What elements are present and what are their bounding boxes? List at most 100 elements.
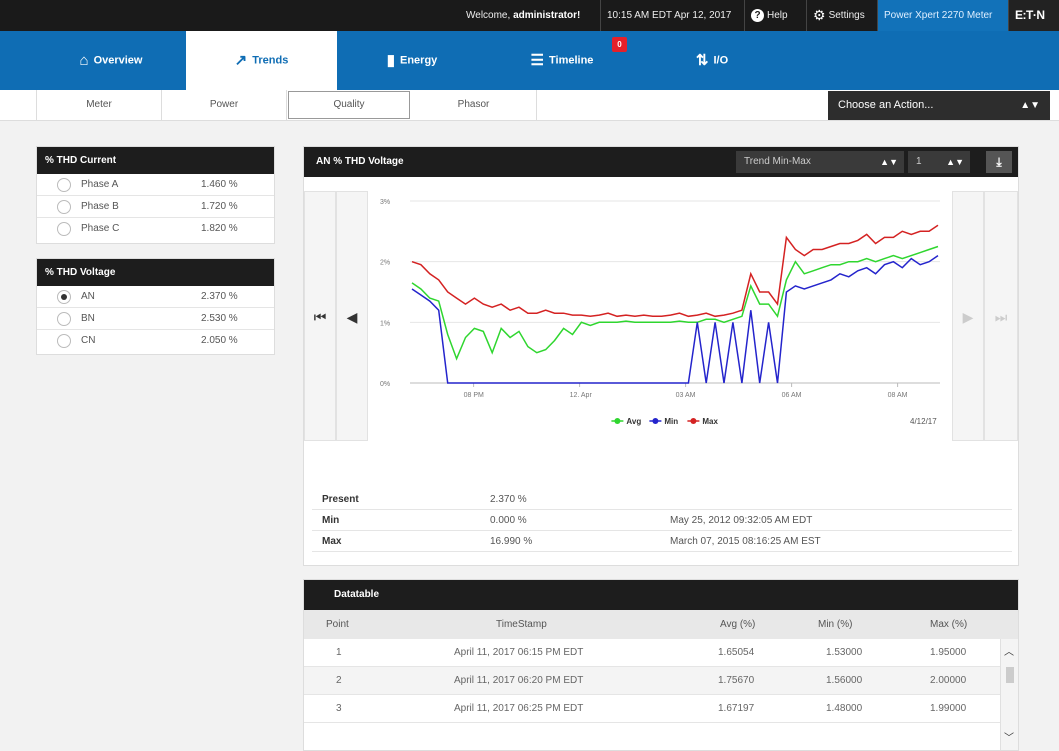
download-button[interactable]: ⤓ xyxy=(986,151,1012,173)
datatable-panel: Datatable Point TimeStamp Avg (%) Min (%… xyxy=(303,579,1019,751)
subtab-phasor[interactable]: Phasor xyxy=(411,90,537,121)
cell-avg: 1.67197 xyxy=(718,703,755,714)
main-nav: ⌂ Overview ↗ Trends ▮ Energy ☰ Timeline 0 ⇅ I… xyxy=(0,31,1059,90)
list-item[interactable]: BN 2.530 % xyxy=(37,308,274,330)
row-value: 2.370 % xyxy=(201,291,238,302)
trend-type-select[interactable]: Trend Min-Max ▲▼ xyxy=(736,151,904,173)
last-page-button[interactable]: ⏭ xyxy=(984,191,1018,441)
bar-chart-icon: ▮ xyxy=(386,52,395,69)
radio-an[interactable] xyxy=(57,290,71,304)
cell-max: 1.99000 xyxy=(930,703,967,714)
stat-value: 2.370 % xyxy=(490,494,527,505)
scroll-thumb[interactable] xyxy=(1006,667,1014,683)
table-row[interactable]: 1 April 11, 2017 06:15 PM EDT 1.65054 1.… xyxy=(304,639,1018,667)
column-header[interactable]: Point xyxy=(326,610,349,639)
stat-value: 0.000 % xyxy=(490,515,527,526)
home-icon: ⌂ xyxy=(79,52,89,69)
settings-label: Settings xyxy=(828,10,865,22)
list-item[interactable]: Phase A 1.460 % xyxy=(37,174,274,196)
chevron-up-icon[interactable]: ︿ xyxy=(1004,643,1014,658)
skip-first-icon: ⏮ xyxy=(313,309,327,325)
row-value: 1.820 % xyxy=(201,223,238,234)
subtab-power[interactable]: Power xyxy=(162,90,287,121)
tab-trends[interactable]: ↗ Trends xyxy=(186,31,337,90)
column-header[interactable]: TimeStamp xyxy=(496,610,547,639)
sort-arrows-icon: ⇅ xyxy=(695,52,709,69)
tab-energy-label: Energy xyxy=(399,54,438,67)
first-page-button[interactable]: ⏮ xyxy=(304,191,336,441)
datatable-header: Point TimeStamp Avg (%) Min (%) Max (%) xyxy=(304,610,1018,639)
chart-title: AN % THD Voltage xyxy=(316,156,404,167)
interval-select[interactable]: 1 ▲▼ xyxy=(908,151,970,173)
help-label: Help xyxy=(767,10,788,21)
legend-label: Max xyxy=(702,417,718,426)
tab-energy[interactable]: ▮ Energy xyxy=(337,31,487,90)
chevron-left-icon: ◀ xyxy=(346,309,358,325)
username: administrator! xyxy=(513,10,581,21)
action-select-label: Choose an Action... xyxy=(838,99,934,111)
tab-io[interactable]: ⇅ I/O xyxy=(637,31,787,90)
settings-link[interactable]: ⚙ Settings xyxy=(806,0,871,31)
list-item[interactable]: AN 2.370 % xyxy=(37,286,274,308)
cell-max: 2.00000 xyxy=(930,675,967,686)
datatable-scrollbar[interactable]: ︿ ﹀ xyxy=(1000,639,1018,750)
column-header[interactable]: Avg (%) xyxy=(720,610,755,639)
subtab-meter[interactable]: Meter xyxy=(36,90,162,121)
next-page-button[interactable]: ▶ xyxy=(952,191,984,441)
chart-header: AN % THD Voltage Trend Min-Max ▲▼ 1 ▲▼ ⤓ xyxy=(304,147,1018,177)
tab-io-label: I/O xyxy=(713,54,729,67)
action-select[interactable]: Choose an Action... ▲▼ xyxy=(828,91,1050,120)
legend-label: Avg xyxy=(626,417,641,426)
datetime: 10:15 AM EDT Apr 12, 2017 xyxy=(600,0,737,31)
stat-value: 16.990 % xyxy=(490,536,533,547)
table-row[interactable]: 3 April 11, 2017 06:25 PM EDT 1.67197 1.… xyxy=(304,695,1018,723)
table-row[interactable]: 2 April 11, 2017 06:20 PM EDT 1.75670 1.… xyxy=(304,667,1018,695)
welcome-text: Welcome, administrator! xyxy=(460,0,586,31)
radio-bn[interactable] xyxy=(57,312,71,326)
subtab-quality[interactable]: Quality xyxy=(288,91,410,119)
legend-marker xyxy=(652,418,659,424)
welcome-prefix: Welcome, xyxy=(466,10,511,21)
row-value: 1.720 % xyxy=(201,201,238,212)
radio-phase-b[interactable] xyxy=(57,200,71,214)
row-value: 2.050 % xyxy=(201,335,238,346)
stat-time: May 25, 2012 09:32:05 AM EDT xyxy=(670,515,813,526)
cell-point: 3 xyxy=(336,703,342,714)
cell-timestamp: April 11, 2017 06:25 PM EDT xyxy=(454,703,584,714)
radio-cn[interactable] xyxy=(57,334,71,348)
list-item[interactable]: CN 2.050 % xyxy=(37,330,274,352)
top-bar: Welcome, administrator! 10:15 AM EDT Apr… xyxy=(0,0,1059,31)
cell-min: 1.56000 xyxy=(826,675,863,686)
cell-point: 2 xyxy=(336,675,342,686)
thd-voltage-panel: % THD Voltage AN 2.370 % BN 2.530 % CN 2… xyxy=(36,258,275,355)
column-header[interactable]: Min (%) xyxy=(818,610,852,639)
meter-name: Power Xpert 2270 Meter xyxy=(877,0,1008,31)
cell-avg: 1.75670 xyxy=(718,675,755,686)
interval-label: 1 xyxy=(916,156,922,167)
x-tick-label: 08 PM xyxy=(464,392,484,399)
tab-timeline-label: Timeline xyxy=(549,54,594,67)
radio-phase-a[interactable] xyxy=(57,178,71,192)
chevron-down-icon[interactable]: ﹀ xyxy=(1004,729,1014,744)
radio-phase-c[interactable] xyxy=(57,222,71,236)
previous-page-button[interactable]: ◀ xyxy=(336,191,368,441)
trend-icon: ↗ xyxy=(234,52,248,69)
y-tick-label: 3% xyxy=(380,199,390,206)
tab-overview[interactable]: ⌂ Overview xyxy=(36,31,186,90)
row-value: 2.530 % xyxy=(201,313,238,324)
help-icon: ? xyxy=(751,8,764,22)
series-line-min xyxy=(411,254,939,384)
gear-icon: ⚙ xyxy=(813,7,826,23)
y-tick-label: 0% xyxy=(380,381,390,388)
help-link[interactable]: ? Help xyxy=(744,0,794,31)
trend-chart: 0% 1% 2% 3% 08 PM 12. Apr 03 AM 06 AM 08 AM Avg Mi… xyxy=(380,199,940,426)
chart-panel: AN % THD Voltage Trend Min-Max ▲▼ 1 ▲▼ ⤓… xyxy=(303,146,1019,566)
x-tick-label: 03 AM xyxy=(676,392,696,399)
legend-label: Min xyxy=(664,417,678,426)
trend-type-label: Trend Min-Max xyxy=(744,156,811,167)
column-header[interactable]: Max (%) xyxy=(930,610,967,639)
skip-last-icon: ⏭ xyxy=(994,309,1008,325)
list-item[interactable]: Phase B 1.720 % xyxy=(37,196,274,218)
list-item[interactable]: Phase C 1.820 % xyxy=(37,218,274,240)
y-tick-label: 2% xyxy=(380,260,390,267)
